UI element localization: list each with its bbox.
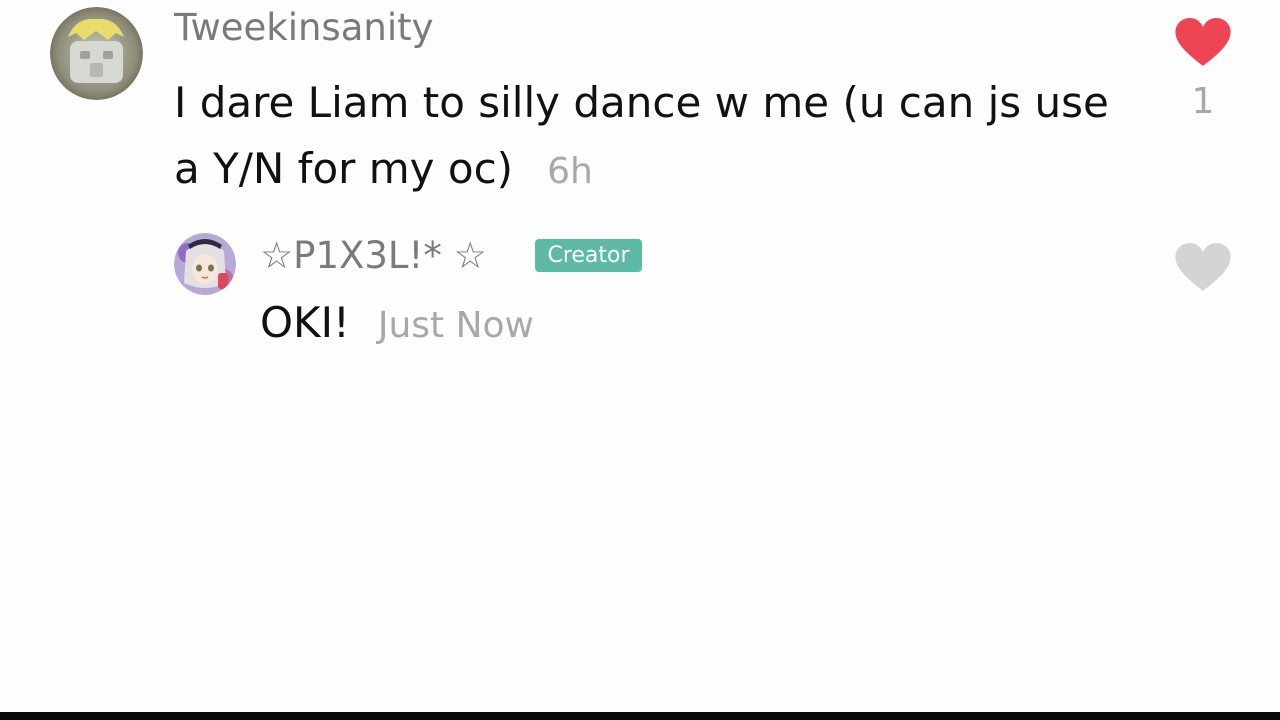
avatar-image (50, 7, 143, 100)
comment-body: I dare Liam to silly dance w me (u can j… (174, 70, 1114, 205)
comment-username[interactable]: Tweekinsanity (174, 6, 434, 50)
comment-timestamp: 6h (547, 151, 593, 192)
heart-icon (1175, 18, 1231, 66)
heart-outline-icon (1175, 243, 1231, 291)
reply-like-button[interactable] (1174, 242, 1232, 292)
like-button[interactable] (1174, 17, 1232, 67)
reply-timestamp: Just Now (377, 305, 534, 346)
reply-username[interactable]: ☆P1X3L!* ☆ (260, 234, 487, 278)
bottom-edge-bar (0, 712, 1280, 720)
avatar[interactable] (50, 7, 143, 100)
creator-badge: Creator (535, 239, 642, 272)
reply-body: OKI! Just Now (260, 298, 534, 351)
reply-avatar[interactable] (174, 233, 236, 295)
comment-thread: Tweekinsanity I dare Liam to silly dance… (0, 0, 1280, 720)
like-count: 1 (1191, 81, 1215, 122)
avatar-image (174, 233, 236, 295)
comment-text: I dare Liam to silly dance w me (u can j… (174, 78, 1109, 193)
reply-text: OKI! (260, 298, 350, 347)
